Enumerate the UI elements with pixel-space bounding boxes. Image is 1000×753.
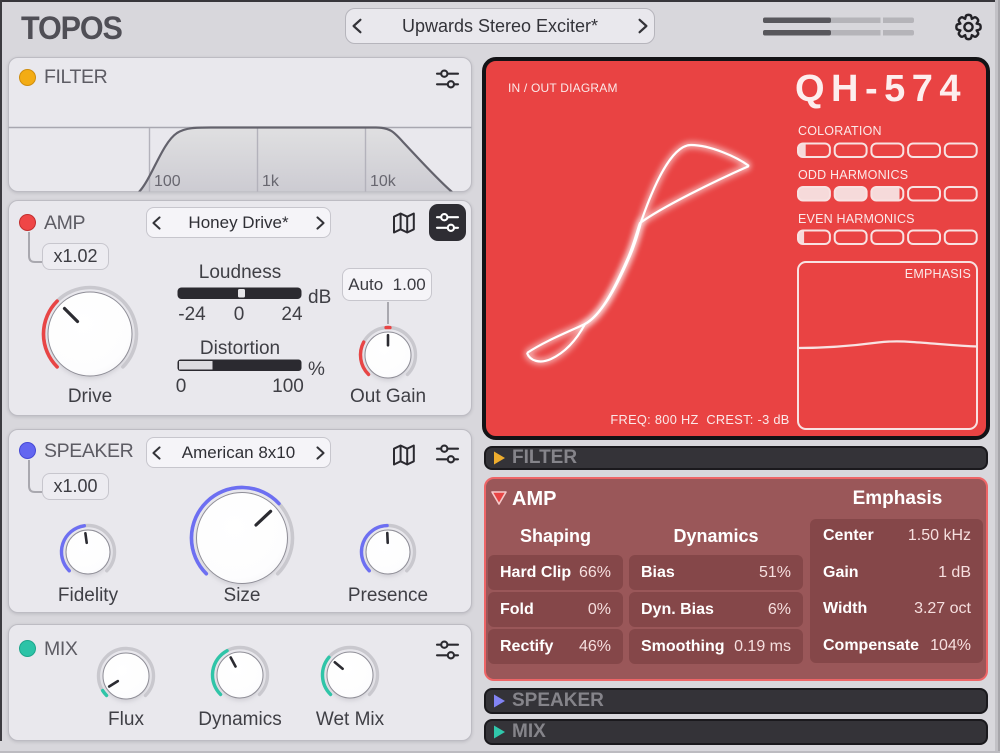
svg-text:100: 100 xyxy=(154,173,181,190)
svg-text:10k: 10k xyxy=(370,173,397,190)
svg-text:1k: 1k xyxy=(262,173,280,190)
